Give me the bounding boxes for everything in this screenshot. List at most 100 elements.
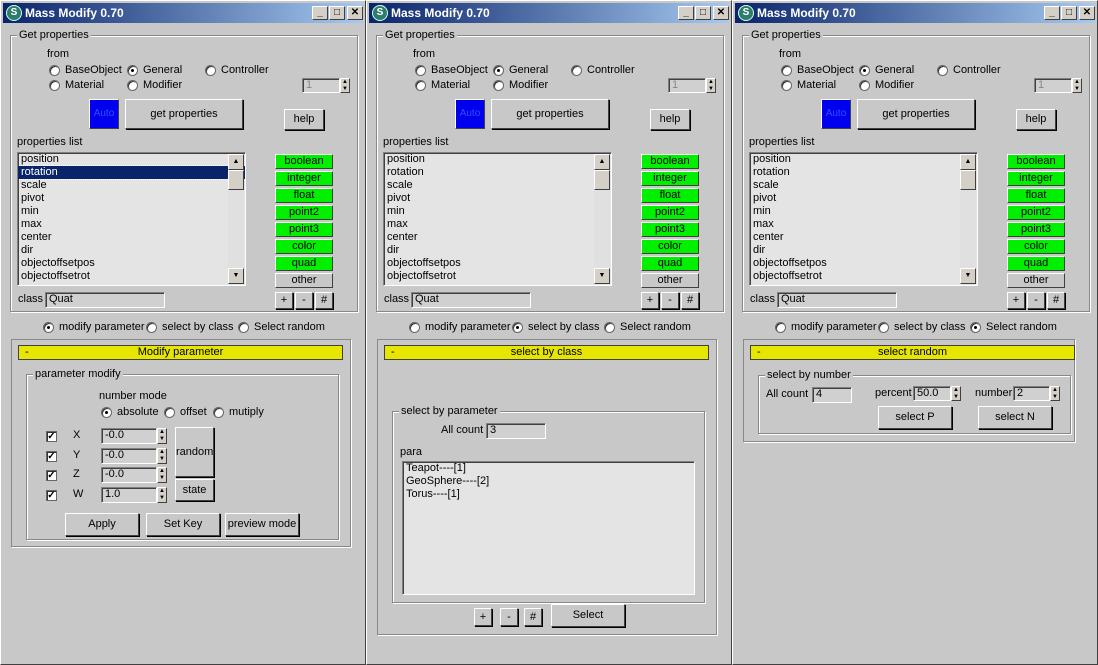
minimize-button[interactable]: _ (678, 6, 694, 20)
index-spinner[interactable]: 1 (302, 78, 340, 93)
radio-material[interactable] (49, 80, 60, 91)
hash-button[interactable]: # (524, 608, 542, 626)
list-item[interactable]: rotation (750, 166, 977, 179)
index-spinner[interactable]: 1 (1034, 78, 1072, 93)
radio-controller[interactable] (205, 65, 216, 76)
type-color-button[interactable]: color (641, 239, 699, 254)
list-item[interactable]: objectoffsetpos (18, 257, 245, 270)
list-item[interactable]: max (750, 218, 977, 231)
list-item[interactable]: dir (18, 244, 245, 257)
radio-general[interactable] (493, 65, 504, 76)
class-field[interactable]: Quat (45, 292, 165, 308)
spinner-arrows-icon[interactable]: ▲ ▼ (157, 428, 167, 444)
list-item[interactable]: scale (750, 179, 977, 192)
preview-mode-button[interactable]: preview mode (225, 513, 299, 536)
para-listbox[interactable]: Teapot----[1] GeoSphere----[2] Torus----… (402, 461, 695, 595)
list-item[interactable]: objectoffsetpos (750, 257, 977, 270)
list-item[interactable]: center (384, 231, 611, 244)
checkbox-y[interactable]: ✓ (46, 451, 57, 462)
spinner-arrows-icon[interactable]: ▲ ▼ (157, 448, 167, 464)
scroll-down-icon[interactable]: ▼ (594, 268, 610, 284)
list-item[interactable]: pivot (750, 192, 977, 205)
axis-z-field[interactable]: -0.0 (101, 467, 157, 483)
type-integer-button[interactable]: integer (1007, 171, 1065, 186)
number-field[interactable]: 2 (1013, 386, 1050, 401)
list-item[interactable]: scale (384, 179, 611, 192)
radio-select-by-class[interactable] (512, 322, 523, 333)
spinner-arrows-icon[interactable]: ▲ ▼ (951, 386, 961, 401)
list-item[interactable]: position (18, 153, 245, 166)
list-item[interactable]: pivot (18, 192, 245, 205)
type-point3-button[interactable]: point3 (641, 222, 699, 237)
scroll-down-icon[interactable]: ▼ (960, 268, 976, 284)
type-quad-button[interactable]: quad (1007, 256, 1065, 271)
type-integer-button[interactable]: integer (641, 171, 699, 186)
type-integer-button[interactable]: integer (275, 171, 333, 186)
add-button[interactable]: + (641, 292, 659, 309)
scroll-up-icon[interactable]: ▲ (228, 154, 244, 170)
type-quad-button[interactable]: quad (641, 256, 699, 271)
radio-offset[interactable] (164, 407, 175, 418)
type-other-button[interactable]: other (1007, 273, 1065, 288)
hash-button[interactable]: # (681, 292, 699, 309)
remove-button[interactable]: - (500, 608, 518, 626)
state-button[interactable]: state (175, 479, 214, 501)
rollout-header-modify-parameter[interactable]: - Modify parameter (18, 345, 343, 360)
auto-color-swatch[interactable]: Auto (89, 99, 119, 129)
help-button[interactable]: help (1016, 109, 1056, 130)
type-other-button[interactable]: other (275, 273, 333, 288)
spinner-arrows-icon[interactable]: ▲ ▼ (1072, 78, 1082, 93)
type-color-button[interactable]: color (275, 239, 333, 254)
radio-absolute[interactable] (101, 407, 112, 418)
index-spinner[interactable]: 1 (668, 78, 706, 93)
remove-button[interactable]: - (661, 292, 679, 309)
scroll-thumb[interactable] (228, 170, 244, 190)
maximize-button[interactable]: □ (329, 6, 345, 20)
radio-material[interactable] (781, 80, 792, 91)
type-float-button[interactable]: float (275, 188, 333, 203)
checkbox-x[interactable]: ✓ (46, 431, 57, 442)
type-point2-button[interactable]: point2 (1007, 205, 1065, 220)
list-item[interactable]: max (18, 218, 245, 231)
get-properties-button[interactable]: get properties (491, 99, 609, 129)
radio-modify-parameter[interactable] (43, 322, 54, 333)
type-boolean-button[interactable]: boolean (275, 154, 333, 169)
list-item[interactable]: min (18, 205, 245, 218)
minimize-button[interactable]: _ (312, 6, 328, 20)
radio-baseobject[interactable] (415, 65, 426, 76)
minimize-button[interactable]: _ (1044, 6, 1060, 20)
type-float-button[interactable]: float (1007, 188, 1065, 203)
radio-modify-parameter[interactable] (409, 322, 420, 333)
properties-listbox[interactable]: position rotation scale pivot min max ce… (749, 152, 978, 286)
axis-y-field[interactable]: -0.0 (101, 448, 157, 464)
type-quad-button[interactable]: quad (275, 256, 333, 271)
type-boolean-button[interactable]: boolean (1007, 154, 1065, 169)
all-count-field[interactable]: 4 (812, 387, 852, 403)
list-item[interactable]: min (750, 205, 977, 218)
radio-select-random[interactable] (604, 322, 615, 333)
radio-baseobject[interactable] (781, 65, 792, 76)
list-item[interactable]: pivot (384, 192, 611, 205)
type-point3-button[interactable]: point3 (275, 222, 333, 237)
rollout-header-select-by-class[interactable]: - select by class (384, 345, 709, 360)
list-item[interactable]: position (384, 153, 611, 166)
percent-field[interactable]: 50.0 (913, 386, 951, 401)
radio-modifier[interactable] (859, 80, 870, 91)
properties-listbox[interactable]: position rotation scale pivot min max ce… (383, 152, 612, 286)
select-n-button[interactable]: select N (978, 406, 1052, 429)
properties-listbox[interactable]: position rotation scale pivot min max ce… (17, 152, 246, 286)
hash-button[interactable]: # (1047, 292, 1065, 309)
list-item[interactable]: objectoffsetrot (18, 270, 245, 283)
radio-baseobject[interactable] (49, 65, 60, 76)
select-p-button[interactable]: select P (878, 406, 952, 429)
scroll-up-icon[interactable]: ▲ (960, 154, 976, 170)
checkbox-w[interactable]: ✓ (46, 490, 57, 501)
close-button[interactable]: ✕ (1079, 6, 1095, 20)
radio-select-by-class[interactable] (878, 322, 889, 333)
radio-modifier[interactable] (493, 80, 504, 91)
checkbox-z[interactable]: ✓ (46, 470, 57, 481)
title-bar[interactable]: S Mass Modify 0.70 _ □ ✕ (3, 3, 363, 23)
spinner-arrows-icon[interactable]: ▲ ▼ (340, 78, 350, 93)
list-item[interactable]: Teapot----[1] (403, 462, 694, 475)
maximize-button[interactable]: □ (1061, 6, 1077, 20)
